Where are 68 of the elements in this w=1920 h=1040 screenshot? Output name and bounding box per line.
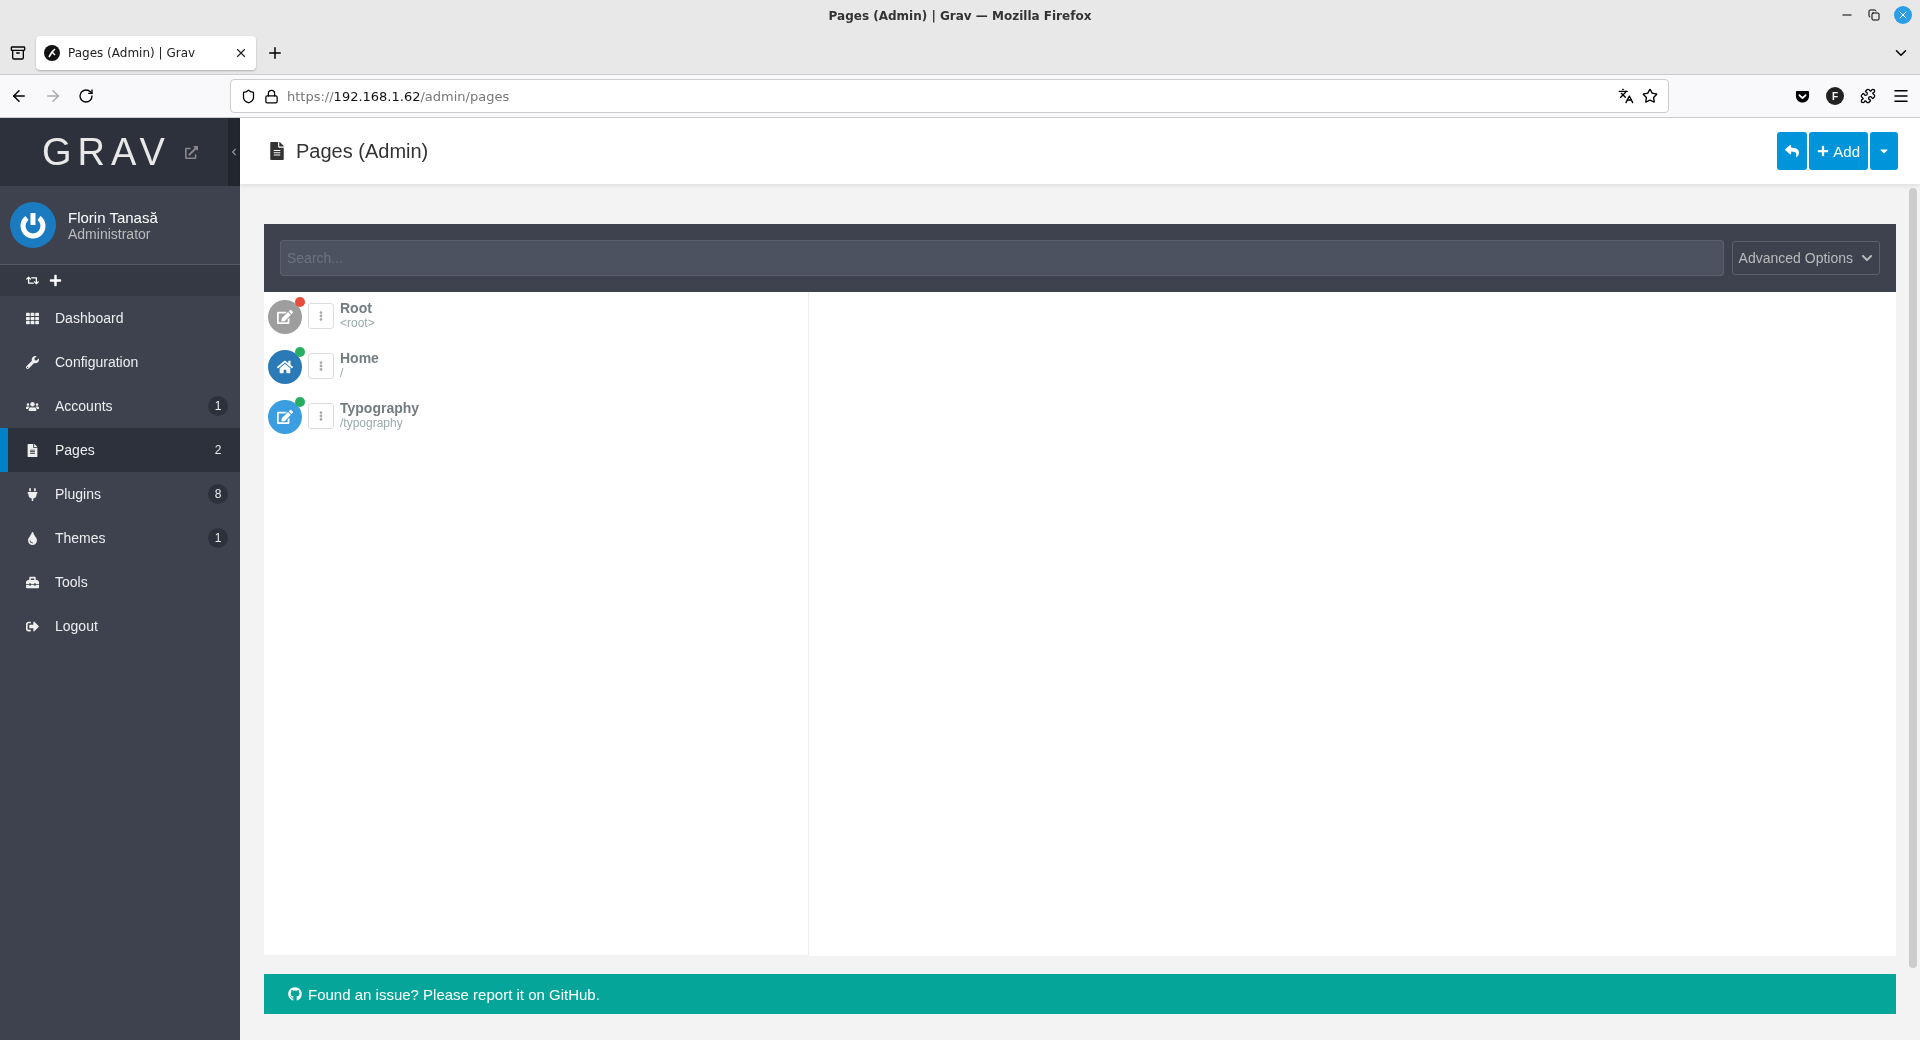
scrollbar[interactable]: [1909, 188, 1917, 968]
github-icon: [288, 987, 302, 1001]
users-icon: [26, 399, 39, 413]
drop-icon: [26, 531, 39, 545]
item-count: 8: [208, 484, 228, 504]
document-icon: [268, 142, 286, 160]
document-icon: [26, 443, 39, 457]
window-title: Pages (Admin) | Grav — Mozilla Firefox: [828, 9, 1092, 23]
sidebar-item[interactable]: Tools: [0, 560, 240, 604]
edit-icon: [277, 309, 293, 325]
page-type-button[interactable]: [268, 300, 302, 334]
tab-list-icon[interactable]: [10, 45, 26, 61]
close-icon: [1897, 9, 1909, 21]
browser-tab[interactable]: Pages (Admin) | Grav: [36, 36, 256, 70]
sidebar-item[interactable]: Dashboard: [0, 296, 240, 340]
user-name: Florin Tanasă: [68, 208, 158, 226]
plug-icon: [26, 487, 39, 501]
chevron-down-icon: [1861, 252, 1873, 264]
page-type-button[interactable]: [268, 350, 302, 384]
pocket-icon[interactable]: [1795, 88, 1810, 104]
page-route: <root>: [340, 316, 375, 330]
close-icon[interactable]: [234, 46, 248, 60]
item-count: 2: [213, 442, 223, 459]
home-icon: [277, 359, 293, 375]
external-link-icon[interactable]: [184, 145, 198, 159]
menu-icon[interactable]: [1892, 87, 1910, 105]
page-title: Pages (Admin): [296, 139, 430, 163]
plus-icon: [1817, 145, 1830, 157]
shield-icon: [241, 88, 256, 104]
chevron-left-icon: [230, 148, 238, 156]
page-link[interactable]: Typography: [340, 400, 420, 416]
restore-icon[interactable]: [1868, 9, 1880, 21]
reload-icon[interactable]: [78, 88, 94, 104]
reply-icon: [1785, 144, 1800, 158]
edit-icon: [277, 409, 293, 425]
lock-icon: [264, 88, 279, 104]
grid-icon: [26, 311, 39, 325]
advanced-options-button[interactable]: Advanced Options: [1731, 241, 1880, 275]
close-button[interactable]: [1894, 6, 1912, 24]
page-route: /typography: [340, 416, 404, 430]
sidebar-item[interactable]: Accounts 1: [0, 384, 240, 428]
back-icon[interactable]: [10, 87, 28, 105]
page-link[interactable]: Home: [340, 350, 379, 366]
sync-icon[interactable]: [26, 274, 39, 287]
url-field[interactable]: https://192.168.1.62/admin/pages: [230, 79, 1669, 113]
star-icon[interactable]: [1642, 88, 1658, 104]
sidebar-item[interactable]: Configuration: [0, 340, 240, 384]
sidebar-item[interactable]: Pages 2: [0, 428, 240, 472]
puzzle-icon[interactable]: [1860, 88, 1876, 104]
item-count: 1: [208, 528, 228, 548]
sidebar-item[interactable]: Plugins 8: [0, 472, 240, 516]
sidebar-item[interactable]: Themes 1: [0, 516, 240, 560]
toolbox-icon: [26, 575, 39, 589]
new-tab-icon[interactable]: [266, 44, 284, 62]
page-type-button[interactable]: [268, 400, 302, 434]
favicon-icon: [44, 45, 60, 61]
user-role: Administrator: [68, 225, 152, 242]
item-count: 1: [208, 396, 228, 416]
page-route: /: [340, 366, 345, 380]
user-avatar: [10, 202, 56, 248]
translate-icon[interactable]: [1618, 88, 1634, 104]
sidebar-item[interactable]: Logout: [0, 604, 240, 648]
plus-icon[interactable]: [49, 274, 62, 287]
page-link[interactable]: Root: [340, 300, 375, 316]
account-avatar[interactable]: F: [1826, 87, 1844, 105]
wrench-icon: [26, 355, 39, 369]
logout-icon: [26, 619, 39, 633]
back-button[interactable]: [1777, 132, 1808, 170]
